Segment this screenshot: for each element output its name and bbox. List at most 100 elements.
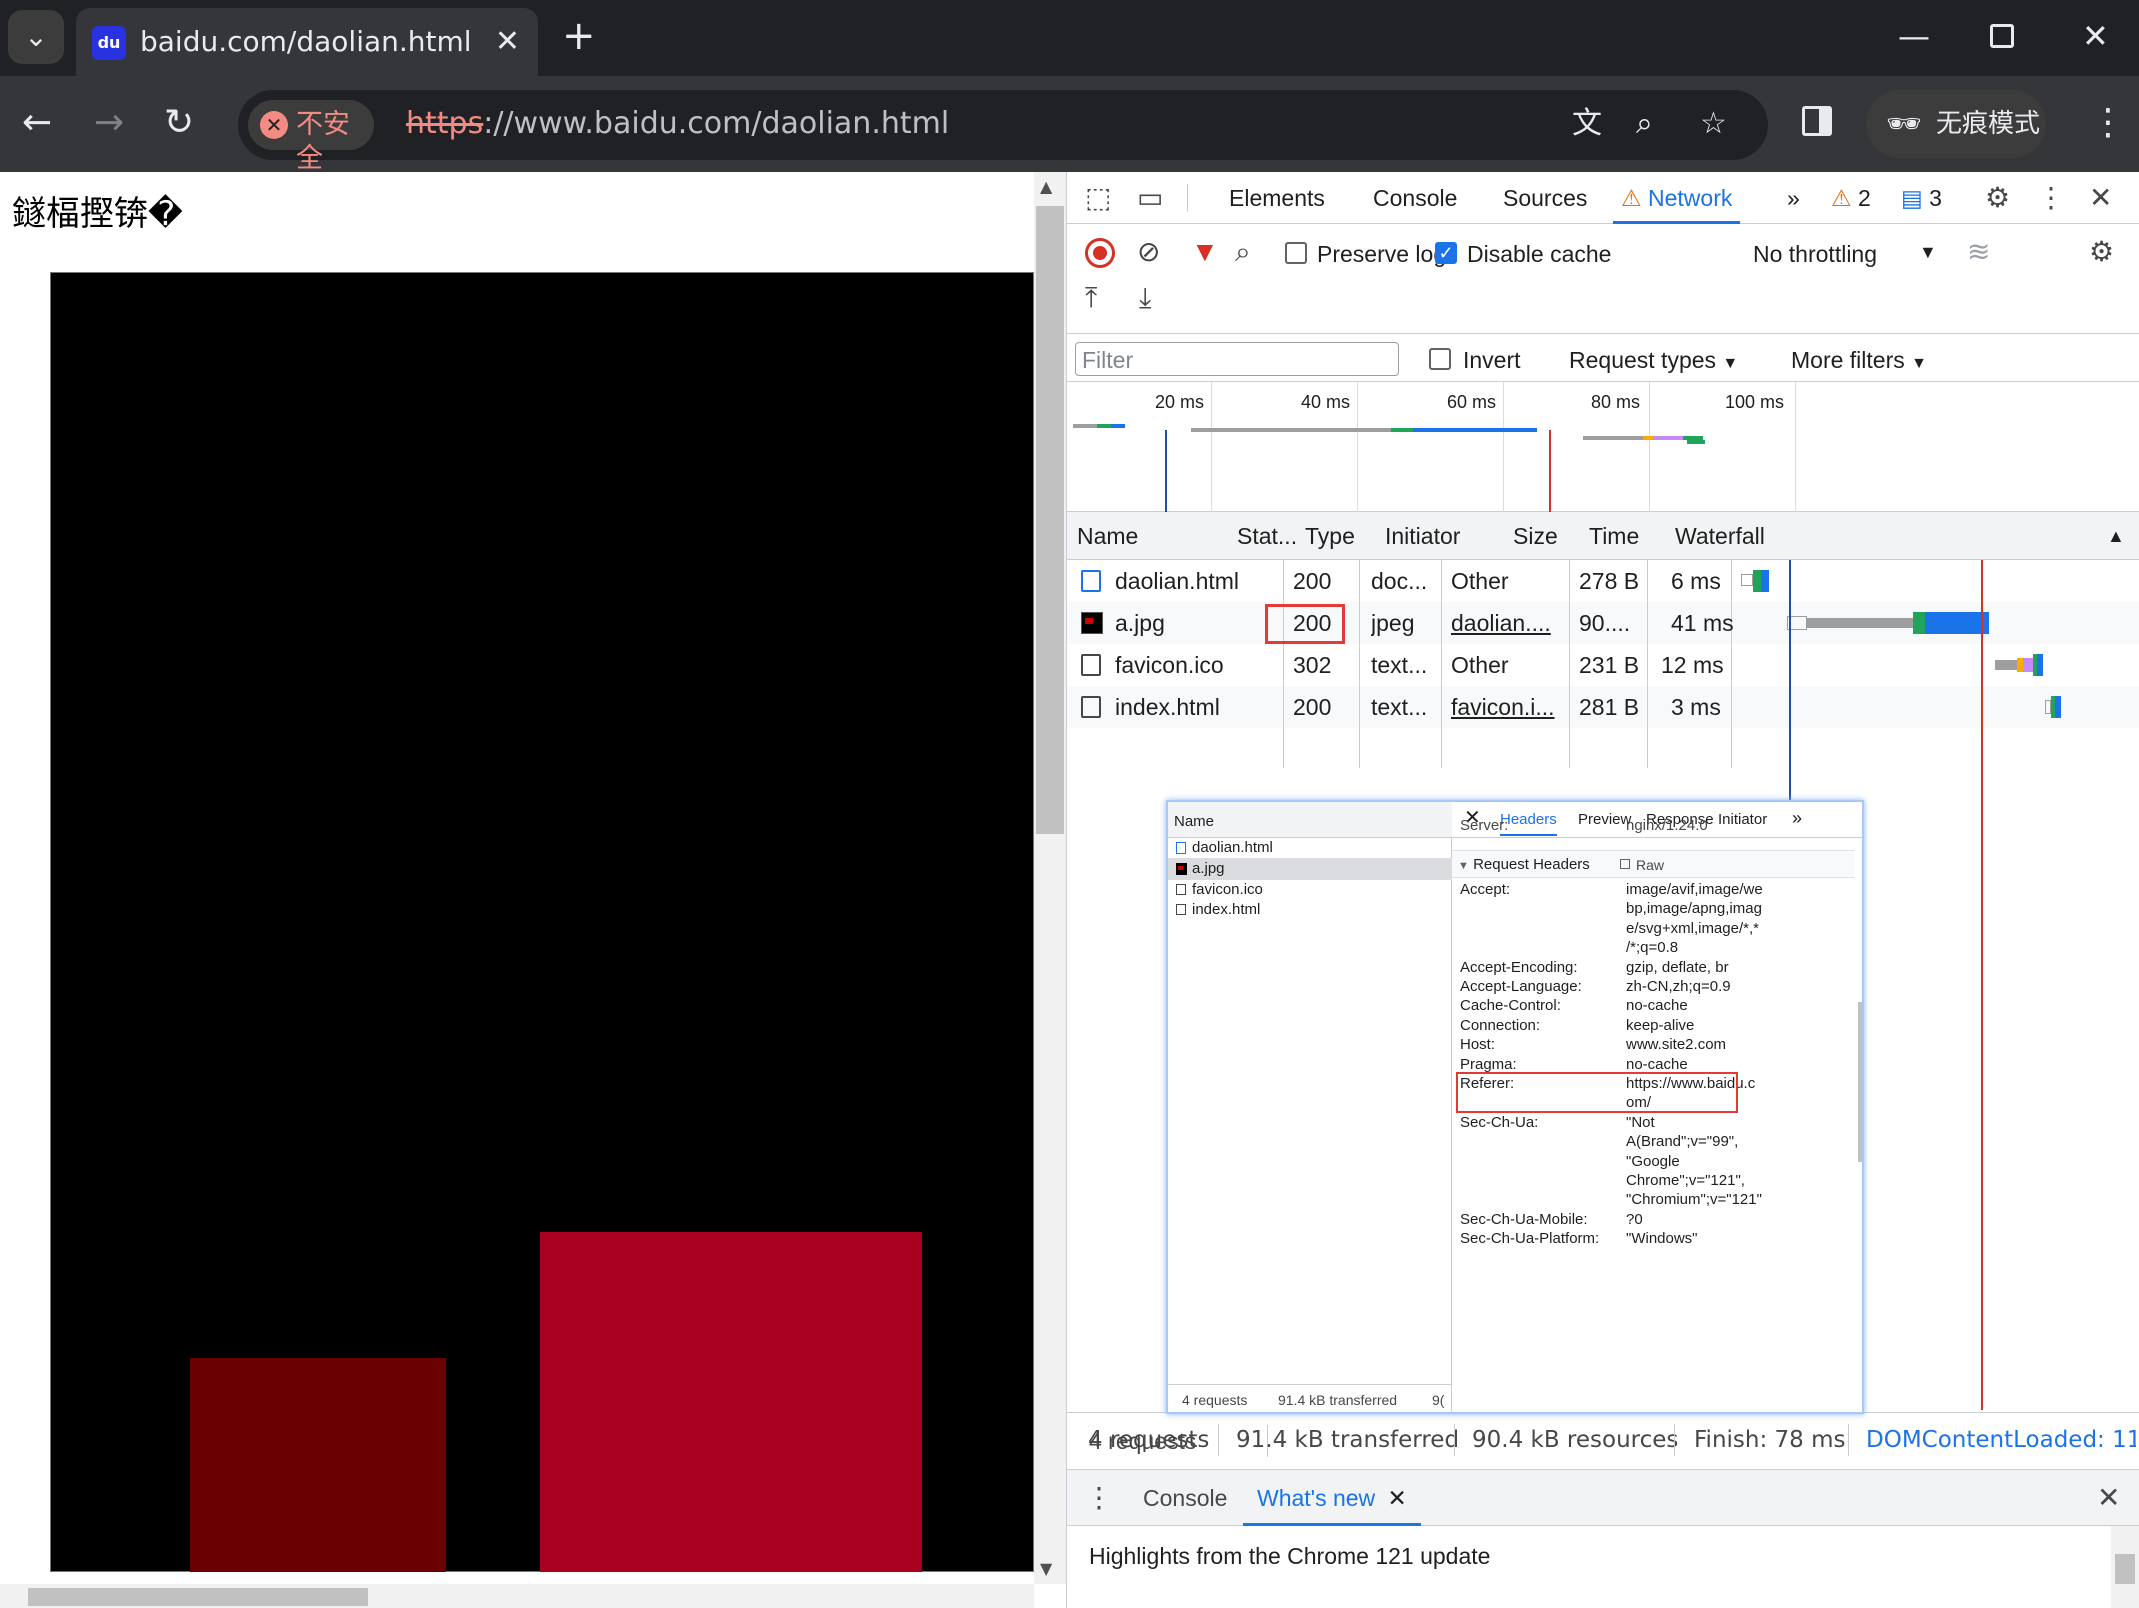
tab-search-icon[interactable]: ⌄ (8, 10, 64, 64)
table-row[interactable]: favicon.ico 302 text... Other 231 B 12 m… (1067, 644, 2139, 686)
forward-icon[interactable]: → (94, 98, 124, 148)
table-row[interactable]: index.html 200 text... favicon.i... 281 … (1067, 686, 2139, 728)
close-window-icon[interactable]: ✕ (2082, 12, 2109, 60)
network-conditions-icon[interactable]: ≋ (1967, 236, 1990, 268)
close-tab-icon[interactable]: ✕ (495, 22, 520, 62)
inset-tab-initiator[interactable]: Initiator (1718, 810, 1767, 830)
inset-list-item-selected[interactable]: a.jpg (1168, 858, 1452, 880)
scroll-thumb[interactable] (1036, 206, 1064, 834)
new-tab-icon[interactable]: + (562, 14, 596, 58)
url-text[interactable]: https://www.baidu.com/daolian.html (406, 102, 949, 146)
browser-tab[interactable]: du baidu.com/daolian.html ✕ (76, 8, 538, 76)
zoom-icon[interactable]: ⌕ (1636, 104, 1653, 144)
import-har-icon[interactable]: ⤒ (1085, 282, 1097, 314)
drawer-menu-icon[interactable]: ⋮ (1085, 1482, 1113, 1514)
network-settings-gear-icon[interactable]: ⚙ (2089, 236, 2114, 268)
inset-list-item[interactable]: index.html (1168, 900, 1452, 920)
tab-elements[interactable]: Elements (1229, 182, 1325, 214)
inset-scrollbar[interactable] (1858, 1002, 1862, 1162)
filter-input[interactable]: Filter (1075, 342, 1399, 376)
bookmark-star-icon[interactable]: ☆ (1700, 104, 1727, 144)
invert-checkbox[interactable] (1429, 348, 1451, 370)
inset-section-title: ▼ Request Headers (1458, 855, 1590, 876)
whats-new-content: Highlights from the Chrome 121 update (1089, 1543, 1491, 1569)
summary-resources: 90.4 kB resources (1472, 1427, 1679, 1453)
inset-raw-checkbox[interactable] (1620, 859, 1630, 869)
inset-more-tabs-icon[interactable]: » (1792, 808, 1802, 828)
header-key: Accept-Encoding: (1460, 958, 1578, 976)
overview-timeline[interactable]: 20 ms 40 ms 60 ms 80 ms 100 ms (1067, 382, 2139, 512)
reload-icon[interactable]: ↻ (164, 98, 194, 148)
clear-icon[interactable]: ⊘ (1137, 236, 1160, 268)
drawer-tab-whats-new[interactable]: What's new ✕ (1243, 1482, 1421, 1526)
back-icon[interactable]: ← (22, 98, 52, 148)
request-size: 231 B (1579, 652, 1640, 678)
col-name[interactable]: Name (1077, 520, 1138, 552)
warnings-badge[interactable]: ⚠ 2 (1831, 182, 1871, 214)
header-value: e/svg+xml,image/*,* (1626, 919, 1759, 937)
inset-list-item[interactable]: daolian.html (1168, 838, 1452, 858)
maximize-icon[interactable] (1990, 24, 2014, 48)
tab-network[interactable]: ⚠ Network (1613, 182, 1741, 224)
file-icon (1176, 884, 1186, 895)
col-time[interactable]: Time (1589, 520, 1639, 552)
scroll-thumb-horizontal[interactable] (28, 1588, 368, 1606)
record-icon[interactable] (1085, 238, 1115, 268)
page-vertical-scrollbar[interactable]: ▲ ▼ (1034, 172, 1066, 1584)
device-toolbar-icon[interactable]: ▭ (1137, 182, 1163, 214)
search-icon[interactable]: ⌕ (1235, 236, 1251, 268)
inset-raw-label: Raw (1636, 857, 1665, 873)
invert-label: Invert (1463, 347, 1521, 373)
incognito-chip[interactable]: 🕶 无痕模式 (1866, 90, 2046, 158)
sort-ascending-icon[interactable]: ▲ (2107, 520, 2125, 552)
col-status[interactable]: Stat... (1237, 520, 1297, 552)
col-size[interactable]: Size (1513, 520, 1558, 552)
close-tab-icon[interactable]: ✕ (1388, 1485, 1407, 1511)
filter-funnel-icon[interactable]: ▼ (1191, 236, 1219, 268)
close-drawer-icon[interactable]: ✕ (2097, 1482, 2120, 1514)
close-devtools-icon[interactable]: ✕ (2089, 182, 2112, 214)
translate-icon[interactable]: 文 (1572, 104, 1602, 144)
inset-tab-preview[interactable]: Preview (1578, 810, 1631, 830)
drawer-scrollbar[interactable] (2111, 1526, 2139, 1608)
menu-kebab-icon[interactable]: ⋮ (2090, 98, 2126, 148)
scroll-up-icon[interactable]: ▲ (1040, 172, 1052, 202)
warning-triangle-icon: ⚠ (1831, 185, 1852, 211)
settings-gear-icon[interactable]: ⚙ (1985, 182, 2010, 214)
request-time: 3 ms (1671, 694, 1721, 720)
inset-section-header[interactable]: ▼ Request Headers Raw (1452, 850, 1854, 878)
inset-list-item[interactable]: favicon.ico (1168, 880, 1452, 900)
disable-cache-checkbox[interactable]: ✓ (1435, 242, 1457, 264)
security-chip[interactable]: ✕ 不安全 (248, 100, 374, 174)
inspect-element-icon[interactable]: ⬚ (1085, 182, 1111, 214)
preserve-log-checkbox[interactable] (1285, 242, 1307, 264)
messages-badge[interactable]: ▤ 3 (1901, 182, 1942, 214)
tab-sources[interactable]: Sources (1503, 182, 1587, 214)
request-types-dropdown[interactable]: Request types ▼ (1569, 344, 1738, 380)
throttling-select[interactable]: No throttling (1753, 238, 1877, 270)
header-value: /*;q=0.8 (1626, 939, 1679, 957)
scroll-down-icon[interactable]: ▼ (1040, 1554, 1052, 1584)
col-initiator[interactable]: Initiator (1385, 520, 1460, 552)
more-tabs-icon[interactable]: » (1787, 182, 1800, 214)
more-filters-dropdown[interactable]: More filters ▼ (1791, 344, 1927, 380)
minimize-icon[interactable]: — (1898, 12, 1930, 60)
throttling-dropdown-icon[interactable]: ▼ (1919, 236, 1937, 268)
devtools-menu-icon[interactable]: ⋮ (2037, 182, 2065, 214)
request-type: jpeg (1371, 610, 1415, 636)
inset-tab-headers[interactable]: Headers (1500, 810, 1557, 836)
tab-console[interactable]: Console (1373, 182, 1457, 214)
request-initiator-link[interactable]: favicon.i... (1451, 686, 1561, 728)
table-row[interactable]: daolian.html 200 doc... Other 278 B 6 ms (1067, 560, 2139, 602)
file-icon (1081, 654, 1101, 676)
side-panel-icon[interactable] (1802, 106, 1832, 136)
col-type[interactable]: Type (1305, 520, 1355, 552)
address-bar[interactable]: ✕ 不安全 https://www.baidu.com/daolian.html… (238, 90, 1768, 174)
export-har-icon[interactable]: ⤓ (1139, 282, 1151, 314)
col-waterfall[interactable]: Waterfall (1675, 520, 1765, 552)
image-icon (1081, 612, 1103, 634)
request-initiator-link[interactable]: daolian.... (1451, 602, 1561, 644)
drawer-tab-console[interactable]: Console (1143, 1482, 1227, 1514)
page-horizontal-scrollbar[interactable] (0, 1584, 1034, 1608)
table-row[interactable]: a.jpg 200 jpeg daolian.... 90.... 41 ms (1067, 602, 2139, 644)
